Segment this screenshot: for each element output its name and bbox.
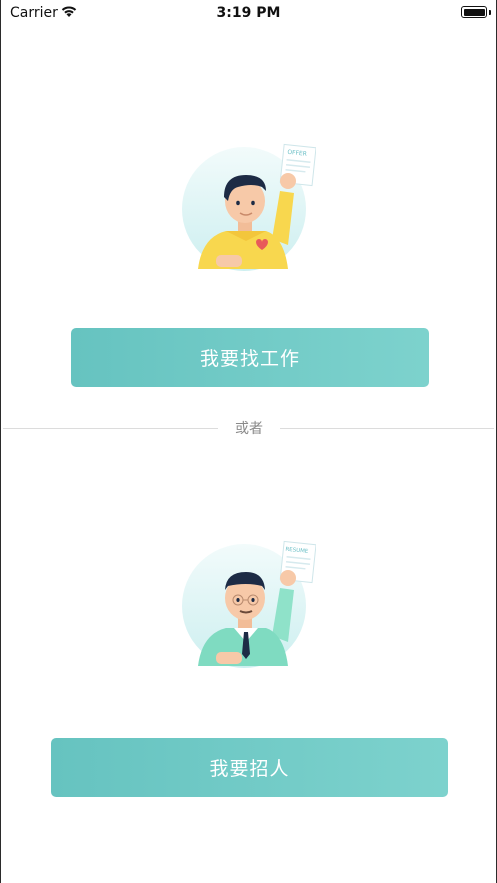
or-divider-label: 或者	[235, 421, 263, 437]
divider-line-left	[3, 428, 218, 429]
battery-icon	[461, 6, 487, 18]
recruiter-illustration: RESUME	[182, 540, 316, 668]
find-job-button[interactable]: 我要找工作	[71, 328, 429, 387]
battery-cap	[489, 10, 491, 15]
clock-time: 3:19 PM	[216, 5, 281, 21]
recruit-button[interactable]: 我要招人	[51, 738, 448, 797]
job-seeker-illustration: OFFER	[182, 143, 316, 271]
divider-line-right	[280, 428, 494, 429]
status-bar: Carrier 3:19 PM	[0, 0, 497, 28]
